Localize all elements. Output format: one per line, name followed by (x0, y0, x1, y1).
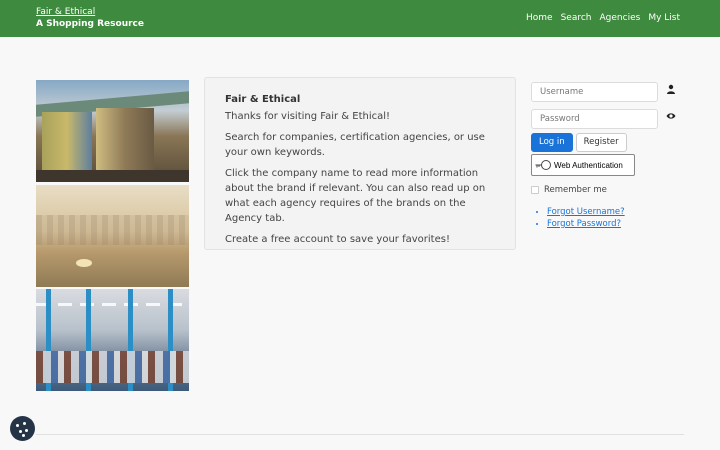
list-item: Forgot Password? (547, 218, 681, 230)
list-item: Forgot Username? (547, 206, 681, 218)
remember-me[interactable]: Remember me (531, 185, 681, 195)
intro-title: Fair & Ethical (225, 94, 301, 105)
intro-paragraph: Click the company name to read more info… (225, 168, 486, 224)
shacks-photo (36, 80, 189, 182)
password-field-wrap (531, 106, 681, 129)
key-icon (535, 160, 551, 170)
intro-paragraph: Search for companies, certification agen… (225, 132, 485, 158)
login-buttons: Log in Register (531, 133, 681, 152)
site-header: Fair & Ethical A Shopping Resource Home … (0, 0, 720, 37)
footer-divider (36, 434, 684, 435)
password-input[interactable] (531, 109, 658, 129)
intro-card: Fair & Ethical Thanks for visiting Fair … (204, 77, 516, 250)
garment-factory-photo (36, 289, 189, 391)
cookie-icon[interactable] (10, 416, 35, 441)
brand-subtitle: A Shopping Resource (36, 19, 144, 29)
hazy-city-photo (36, 184, 189, 287)
nav-my-list[interactable]: My List (648, 13, 680, 23)
intro-paragraph: Create a free account to save your favor… (225, 234, 450, 245)
username-field-wrap (531, 79, 681, 102)
register-button[interactable]: Register (575, 133, 627, 152)
login-form: Log in Register Web Authentication Remem… (531, 79, 681, 230)
photo-column (36, 80, 189, 394)
forgot-password-link[interactable]: Forgot Password? (547, 219, 621, 229)
intro-paragraph: Thanks for visiting Fair & Ethical! (225, 111, 391, 122)
nav-home[interactable]: Home (526, 13, 553, 23)
user-icon (667, 84, 675, 94)
login-button[interactable]: Log in (531, 133, 573, 152)
forgot-username-link[interactable]: Forgot Username? (547, 207, 625, 217)
brand-link[interactable]: Fair & Ethical (36, 7, 95, 17)
nav-agencies[interactable]: Agencies (600, 13, 641, 23)
nav-search[interactable]: Search (561, 13, 592, 23)
main-nav: Home Search Agencies My List (526, 13, 680, 23)
webauthn-button[interactable]: Web Authentication (531, 154, 635, 176)
forgot-links: Forgot Username? Forgot Password? (531, 206, 681, 230)
eye-icon[interactable] (666, 111, 676, 121)
username-input[interactable] (531, 82, 658, 102)
webauthn-label: Web Authentication (554, 160, 623, 170)
remember-checkbox[interactable] (531, 186, 539, 194)
remember-label: Remember me (544, 185, 607, 195)
